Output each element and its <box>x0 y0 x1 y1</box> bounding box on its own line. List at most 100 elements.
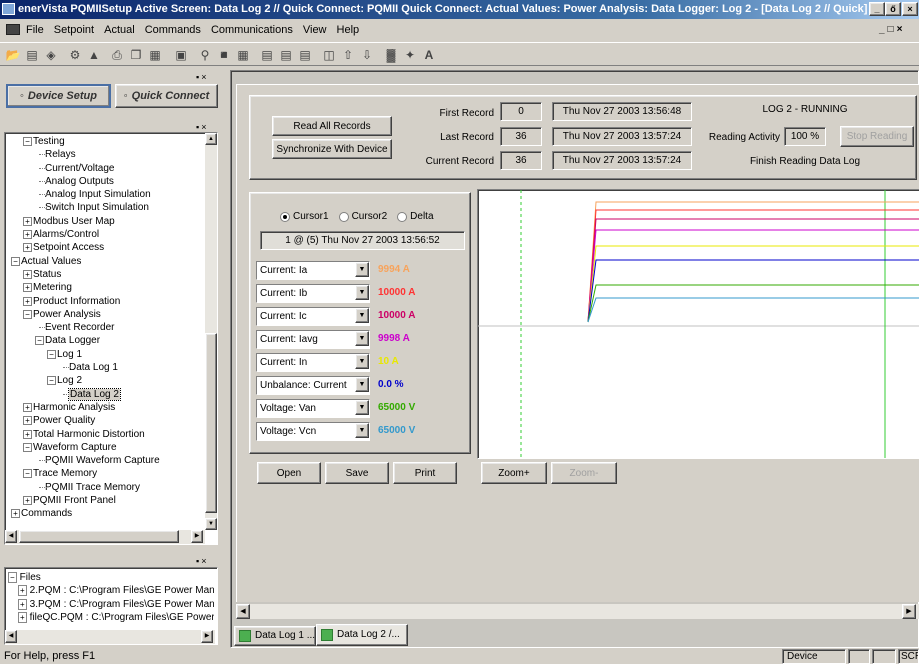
tree-item[interactable]: Analog Outputs <box>7 175 203 188</box>
disconnect-icon[interactable]: ◈ <box>42 46 60 64</box>
grid-icon[interactable]: ▦ <box>234 46 252 64</box>
scroll-left-icon[interactable]: ◀ <box>236 604 250 619</box>
mdi-controls[interactable]: _​□​× <box>879 24 905 35</box>
tree-item[interactable]: Data Log 1 <box>7 361 203 374</box>
save-icon[interactable]: ▤ <box>23 46 41 64</box>
tree-item[interactable]: Current/Voltage <box>7 162 203 175</box>
scroll-left-icon[interactable]: ◀ <box>5 530 17 543</box>
panel-controls[interactable]: ▪× <box>196 72 208 82</box>
file-item[interactable]: + fileQC.PQM : C:\Program Files\GE Power … <box>8 611 214 624</box>
collapse-icon[interactable]: − <box>23 137 32 146</box>
tree-item[interactable]: + Metering <box>7 281 203 294</box>
channel-select[interactable]: Current: Ic ▼ <box>256 307 370 326</box>
synchronize-button[interactable]: Synchronize With Device <box>272 139 392 159</box>
chevron-down-icon[interactable]: ▼ <box>355 308 369 323</box>
device-tree[interactable]: − Testing Relays Current/Voltage Analog Outp… <box>4 132 218 545</box>
print-button[interactable]: Print <box>393 462 457 484</box>
record-icon[interactable]: ◾ <box>215 46 233 64</box>
tree-item[interactable]: Relays <box>7 148 203 161</box>
connect-icon[interactable]: ⚙ <box>66 46 84 64</box>
cursor-radio-delta[interactable]: Delta <box>397 211 434 222</box>
tree-item[interactable]: PQMII Trace Memory <box>7 481 203 494</box>
table3-icon[interactable]: ▤ <box>296 46 314 64</box>
tree-item[interactable]: Analog Input Simulation <box>7 188 203 201</box>
tab-data-log-1[interactable]: Data Log 1 ... <box>234 626 316 646</box>
chevron-down-icon[interactable]: ▼ <box>355 377 369 392</box>
print-icon[interactable]: ⎙ <box>108 46 126 64</box>
expand-icon[interactable]: + <box>23 269 32 279</box>
expand-icon[interactable]: + <box>23 216 32 226</box>
tree-item[interactable]: + Alarms/Control <box>7 228 203 241</box>
tree-item[interactable]: + Harmonic Analysis <box>7 401 203 414</box>
tree-vscroll[interactable]: ▲ ▼ <box>205 133 217 530</box>
copy-icon[interactable]: ❐ <box>127 46 145 64</box>
zoom-icon[interactable]: ⚲ <box>196 46 214 64</box>
collapse-icon[interactable]: − <box>23 469 32 479</box>
tree-item[interactable]: Switch Input Simulation <box>7 201 203 214</box>
tree-item[interactable]: − Actual Values <box>7 255 203 268</box>
scroll-left-icon[interactable]: ◀ <box>5 630 17 643</box>
tree-item[interactable]: − Waveform Capture <box>7 441 203 454</box>
radio-icon[interactable] <box>280 211 290 222</box>
chevron-down-icon[interactable]: ▼ <box>355 262 369 277</box>
tree-item[interactable]: + Power Quality <box>7 414 203 427</box>
tree-item[interactable]: + Total Harmonic Distortion <box>7 428 203 441</box>
collapse-icon[interactable]: − <box>47 349 56 359</box>
channel-select[interactable]: Current: Iavg ▼ <box>256 330 370 349</box>
device-icon[interactable]: ✦ <box>401 46 419 64</box>
zoom-in-button[interactable]: Zoom+ <box>481 462 547 484</box>
expand-icon[interactable]: + <box>23 416 32 426</box>
tree-item[interactable]: − Log 1 <box>7 348 203 361</box>
tree-item[interactable]: Event Recorder <box>7 321 203 334</box>
scroll-down-icon[interactable]: ▼ <box>205 518 217 530</box>
zoom-out-button[interactable]: Zoom- <box>551 462 617 484</box>
channel-select[interactable]: Voltage: Van ▼ <box>256 399 370 418</box>
stop-reading-button[interactable]: Stop Reading <box>840 126 914 147</box>
menu-view[interactable]: View <box>303 24 327 36</box>
read-all-records-button[interactable]: Read All Records <box>272 116 392 136</box>
open-folder-icon[interactable]: 📂 <box>4 46 22 64</box>
files-root[interactable]: − Files <box>8 571 214 584</box>
tree-item[interactable]: − Power Analysis <box>7 308 203 321</box>
collapse-icon[interactable]: − <box>23 309 32 319</box>
channel-select[interactable]: Current: In ▼ <box>256 353 370 372</box>
table-icon[interactable]: ▤ <box>258 46 276 64</box>
preview-icon[interactable]: ◫ <box>320 46 338 64</box>
maximize-button[interactable]: ő <box>885 2 901 16</box>
expand-icon[interactable]: + <box>23 296 32 306</box>
tree-panel-controls[interactable]: ▪× <box>196 122 208 132</box>
window-icon[interactable]: ▣ <box>172 46 190 64</box>
chart-icon[interactable]: ▓ <box>382 46 400 64</box>
channel-select[interactable]: Current: Ib ▼ <box>256 284 370 303</box>
scroll-up-icon[interactable]: ▲ <box>205 133 217 145</box>
down-icon[interactable]: ⇩ <box>358 46 376 64</box>
channel-select[interactable]: Voltage: Vcn ▼ <box>256 422 370 441</box>
table2-icon[interactable]: ▤ <box>277 46 295 64</box>
menu-setpoint[interactable]: Setpoint <box>54 24 94 36</box>
chevron-down-icon[interactable]: ▼ <box>355 331 369 346</box>
tree-item[interactable]: Data Log 2 <box>7 387 203 401</box>
upload-icon[interactable]: ▲ <box>85 46 103 64</box>
channel-select[interactable]: Current: Ia ▼ <box>256 261 370 280</box>
menu-actual[interactable]: Actual <box>104 24 135 36</box>
channel-select[interactable]: Unbalance: Current ▼ <box>256 376 370 395</box>
scroll-right-icon[interactable]: ▶ <box>191 530 203 543</box>
collapse-icon[interactable]: − <box>23 442 32 452</box>
collapse-icon[interactable]: − <box>35 336 44 346</box>
expand-icon[interactable]: + <box>23 429 32 439</box>
menu-commands[interactable]: Commands <box>145 24 201 36</box>
expand-icon[interactable]: + <box>23 496 32 506</box>
files-panel-controls[interactable]: ▪× <box>196 556 208 566</box>
tree-item[interactable]: + Setpoint Access <box>7 241 203 254</box>
tab-data-log-2[interactable]: Data Log 2 /... <box>316 624 408 646</box>
chevron-down-icon[interactable]: ▼ <box>355 423 369 438</box>
tree-item[interactable]: + Modbus User Map <box>7 215 203 228</box>
tree-item[interactable]: − Testing <box>7 135 203 148</box>
tree-item[interactable]: − Trace Memory <box>7 467 203 480</box>
expand-icon[interactable]: + <box>23 402 32 412</box>
expand-icon[interactable]: + <box>23 230 32 240</box>
collapse-icon[interactable]: − <box>11 256 20 266</box>
cursor-radio-cursor2[interactable]: Cursor2 <box>338 211 387 222</box>
data-log-chart[interactable] <box>477 189 919 459</box>
tree-item[interactable]: PQMII Waveform Capture <box>7 454 203 467</box>
